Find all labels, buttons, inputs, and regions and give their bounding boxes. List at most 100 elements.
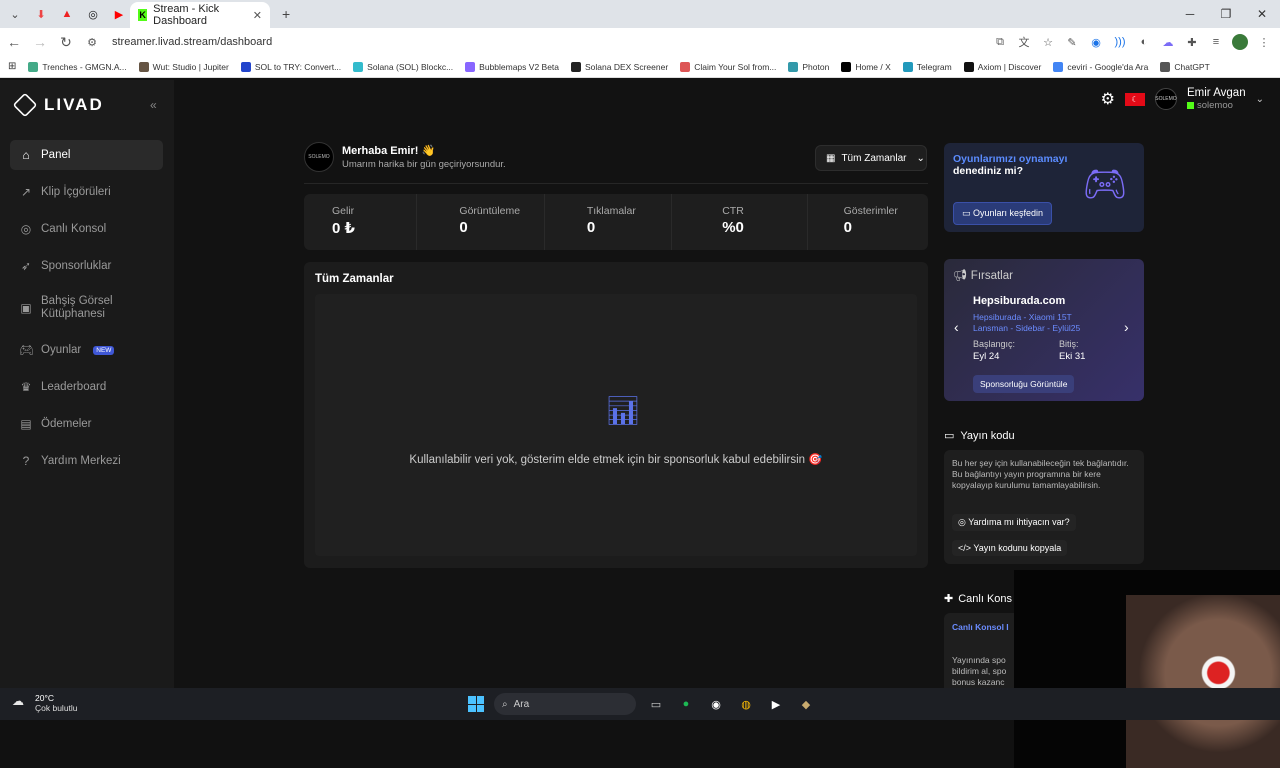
- spotify-icon[interactable]: ●: [676, 694, 696, 714]
- avatar[interactable]: SOLEMO: [1155, 88, 1177, 110]
- view-sponsorship-button[interactable]: Sponsorluğu Görüntüle: [973, 375, 1075, 393]
- promo-text: Oyunlarımızı oynamayı denediniz mi?: [953, 153, 1068, 177]
- tab-active[interactable]: K Stream - Kick Dashboard ✕: [130, 2, 270, 28]
- help-button[interactable]: ◎ Yardıma mı ihtiyacın var?: [952, 514, 1076, 531]
- puzzle-icon[interactable]: ✚: [1184, 34, 1200, 50]
- windows-start-icon[interactable]: [468, 696, 484, 712]
- media-icon[interactable]: ≡: [1208, 34, 1224, 50]
- user-name: Emir Avgan: [1187, 87, 1246, 99]
- league-icon[interactable]: ◆: [796, 694, 816, 714]
- weather-widget[interactable]: ☁ 20°C Çok bulutlu: [12, 693, 78, 713]
- turkey-flag-icon[interactable]: ☾: [1125, 92, 1145, 106]
- bookmark[interactable]: Wut: Studio | Jupiter: [138, 61, 229, 72]
- back-icon[interactable]: ←: [2, 34, 26, 50]
- explore-games-button[interactable]: ▭ Oyunları keşfedin: [953, 202, 1053, 225]
- sidebar-item-leaderboard[interactable]: ♛ Leaderboard: [10, 372, 163, 402]
- stat-views: Görüntüleme 0: [417, 194, 545, 250]
- pen-icon[interactable]: ✎: [1064, 34, 1080, 50]
- sidebar-item-help[interactable]: ? Yardım Merkezi: [10, 446, 163, 476]
- close-tab-icon[interactable]: ✕: [253, 9, 262, 22]
- file-explorer-icon[interactable]: ▭: [646, 694, 666, 714]
- chevron-left-icon[interactable]: ‹: [954, 319, 959, 335]
- sidebar-item-games[interactable]: 🎮︎ Oyunlar NEW: [10, 335, 163, 365]
- site-info-icon[interactable]: ⚙: [80, 36, 104, 49]
- sponsor-brand: Hepsiburada.com: [973, 295, 1066, 307]
- extension-icon-4[interactable]: ☁: [1160, 34, 1176, 50]
- bookmark[interactable]: Trenches - GMGN.A...: [28, 61, 127, 72]
- bookmark[interactable]: ChatGPT: [1160, 61, 1210, 72]
- stats-bar: Gelir 0 ₺ Görüntüleme 0 Tıklamalar 0 CTR %0 …: [304, 194, 928, 250]
- forward-icon[interactable]: →: [28, 34, 52, 50]
- start-label: Başlangıç:: [973, 339, 1016, 349]
- date-range-dropdown[interactable]: ▦ Tüm Zamanlar ⌄: [815, 145, 927, 171]
- chevron-right-icon[interactable]: ›: [1124, 319, 1129, 335]
- bookmark[interactable]: Bubblemaps V2 Beta: [465, 61, 559, 72]
- start-date: Eyl 24: [973, 351, 1000, 362]
- restore-icon[interactable]: ❐: [1208, 0, 1244, 28]
- reload-icon[interactable]: ↻: [54, 34, 78, 51]
- menu-icon[interactable]: ⋮: [1256, 34, 1272, 50]
- logo[interactable]: LIVAD: [12, 92, 104, 118]
- tab-favicon-youtube[interactable]: ▶: [108, 3, 130, 25]
- sidebar-item-payments[interactable]: ▤ Ödemeler: [10, 409, 163, 439]
- copy-stream-code-button[interactable]: </> Yayın kodunu kopyala: [952, 540, 1068, 556]
- chrome-icon[interactable]: ◍: [736, 694, 756, 714]
- target-icon: ◎: [20, 222, 32, 236]
- help-icon: ◎: [958, 517, 969, 527]
- star-icon[interactable]: ☆: [1040, 34, 1056, 50]
- bookmark[interactable]: Axiom | Discover: [963, 61, 1041, 72]
- bookmarks-bar: ⊞ Trenches - GMGN.A... Wut: Studio | Jup…: [0, 56, 1280, 78]
- tab-favicon-3[interactable]: ◎: [82, 3, 104, 25]
- bookmark[interactable]: Home / X: [841, 61, 891, 72]
- tab-favicon-1[interactable]: ⬇: [30, 3, 52, 25]
- install-icon[interactable]: ⧉: [992, 34, 1008, 50]
- bookmark[interactable]: Telegram: [902, 61, 952, 72]
- bookmark[interactable]: SOL to TRY: Convert...: [240, 61, 341, 72]
- apps-icon[interactable]: ⊞: [8, 61, 16, 72]
- extension-icon-2[interactable]: ))): [1112, 34, 1128, 50]
- tab-list-icon[interactable]: ⌄: [4, 3, 26, 25]
- chevron-down-icon[interactable]: ⌄: [1256, 94, 1264, 105]
- sidebar-item-tip-library[interactable]: ▣ Bahşiş Görsel Kütüphanesi: [10, 288, 163, 328]
- sidebar-item-clip-insights[interactable]: ↗ Klip İçgörüleri: [10, 177, 163, 207]
- gear-icon[interactable]: ⚙: [1101, 89, 1115, 109]
- user-info[interactable]: Emir Avgan solemoo: [1187, 87, 1246, 111]
- bookmark[interactable]: ceviri - Google'da Ara: [1053, 61, 1148, 72]
- taskbar-search[interactable]: ⌕ Ara: [494, 693, 636, 715]
- sidebar-item-live-console[interactable]: ◎ Canlı Konsol: [10, 214, 163, 244]
- close-window-icon[interactable]: ✕: [1244, 0, 1280, 28]
- extension-icon-1[interactable]: ◉: [1088, 34, 1104, 50]
- sidebar-item-panel[interactable]: ⌂ Panel: [10, 140, 163, 170]
- bookmark[interactable]: Solana DEX Screener: [571, 61, 668, 72]
- campaign-link[interactable]: Hepsiburada - Xiaomi 15T Lansman - Sideb…: [973, 312, 1103, 334]
- browser-tabbar: ⌄ ⬇ ▲ ◎ ▶ K Stream - Kick Dashboard ✕ + …: [0, 0, 1280, 28]
- rocket-icon: ➶: [20, 259, 32, 273]
- address-bar: ← → ↻ ⚙ streamer.livad.stream/dashboard …: [0, 28, 1280, 56]
- obs-icon[interactable]: ◉: [706, 694, 726, 714]
- extension-icon-3[interactable]: ◐: [1136, 34, 1152, 50]
- translate-icon[interactable]: 文: [1016, 34, 1032, 50]
- trend-icon: ↗: [20, 185, 32, 199]
- collapse-sidebar-icon[interactable]: «: [150, 98, 157, 112]
- gamepad-icon: 🎮︎: [19, 343, 35, 357]
- url-field[interactable]: streamer.livad.stream/dashboard: [112, 31, 272, 53]
- sidebar-menu: ⌂ Panel ↗ Klip İçgörüleri ◎ Canlı Konsol ➶ S…: [10, 140, 163, 483]
- window-controls: ─ ❐ ✕: [1172, 0, 1280, 28]
- new-tab-icon[interactable]: +: [282, 6, 290, 22]
- live-console-link[interactable]: Canlı Konsol I: [952, 622, 1009, 632]
- bookmark[interactable]: Claim Your Sol from...: [680, 61, 776, 72]
- greeting-title: Merhaba Emir! 👋: [342, 145, 436, 157]
- end-label: Bitiş:: [1059, 339, 1079, 349]
- tab-title: Stream - Kick Dashboard: [153, 3, 220, 27]
- trophy-icon: ♛: [20, 380, 32, 394]
- sidebar-item-sponsorships[interactable]: ➶ Sponsorluklar: [10, 251, 163, 281]
- profile-avatar[interactable]: [1232, 34, 1248, 50]
- tab-favicon-2[interactable]: ▲: [56, 3, 78, 25]
- minimize-icon[interactable]: ─: [1172, 0, 1208, 28]
- pip-video-overlay[interactable]: [1014, 570, 1280, 768]
- bookmark[interactable]: Solana (SOL) Blockc...: [353, 61, 453, 72]
- calendar-icon: ▦: [826, 152, 836, 164]
- bookmark[interactable]: Photon: [788, 61, 829, 72]
- media-player-icon[interactable]: ▶: [766, 694, 786, 714]
- video-frame: [1126, 595, 1280, 768]
